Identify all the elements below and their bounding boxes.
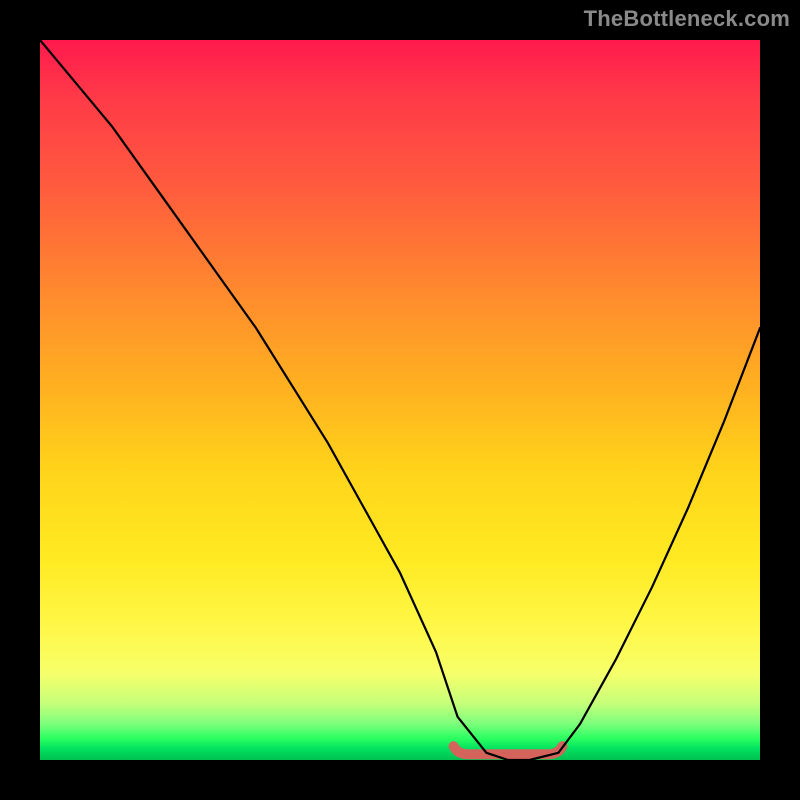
chart-frame: TheBottleneck.com <box>0 0 800 800</box>
watermark-text: TheBottleneck.com <box>584 6 790 32</box>
bottleneck-curve <box>40 40 760 760</box>
floor-marker <box>454 746 563 754</box>
plot-area <box>40 40 760 760</box>
chart-svg <box>40 40 760 760</box>
